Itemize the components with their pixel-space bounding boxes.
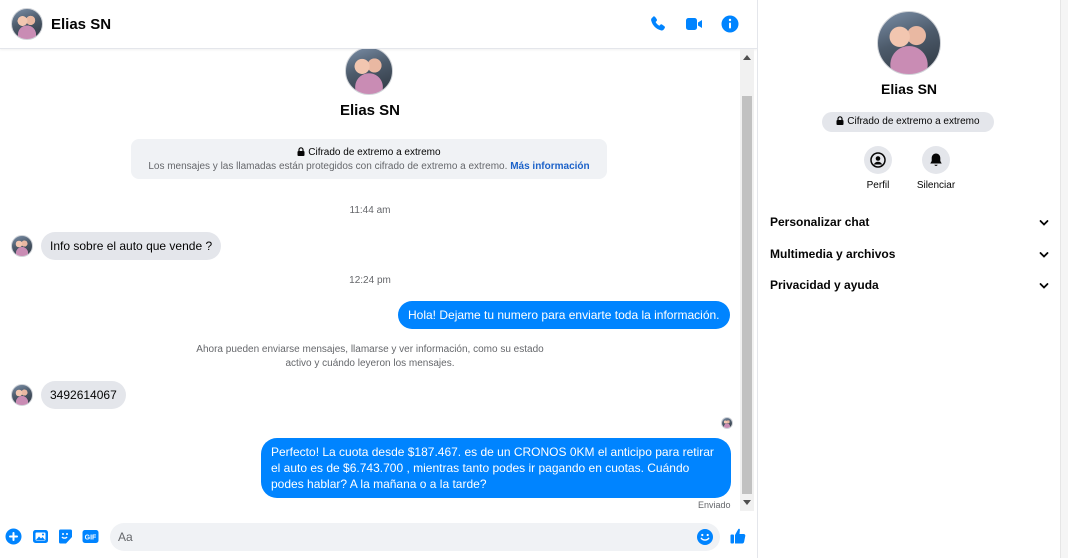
svg-text:GIF: GIF [85, 535, 97, 542]
timestamp: 12:24 pm [349, 275, 391, 286]
scrollbar-thumb[interactable] [742, 96, 752, 494]
timestamp: 11:44 am [349, 205, 391, 216]
info-avatar[interactable] [877, 11, 941, 75]
conversation-profile-name: Elias SN [339, 102, 401, 119]
conversation-profile-avatar[interactable] [345, 49, 393, 95]
lock-icon [297, 147, 305, 156]
photo-icon[interactable] [32, 528, 49, 545]
system-message-line: Ahora pueden enviarse mensajes, llamarse… [196, 344, 544, 355]
conversation-info-panel: Elias SN Cifrado de extremo a extremo Pe… [758, 0, 1060, 558]
section-label: Personalizar chat [770, 215, 870, 229]
section-label: Privacidad y ayuda [770, 278, 879, 292]
outgoing-message-bubble[interactable]: Hola! Dejame tu numero para enviarte tod… [398, 301, 730, 329]
profile-action-button[interactable] [864, 146, 892, 174]
add-circle-icon[interactable] [5, 528, 22, 545]
encryption-notice: Cifrado de extremo a extremo Los mensaje… [131, 139, 607, 179]
chat-scrollbar[interactable] [740, 49, 754, 511]
composer: GIF [0, 516, 757, 558]
encryption-notice-title: Cifrado de extremo a extremo [131, 146, 607, 160]
sticker-icon[interactable] [57, 528, 74, 545]
encryption-body-text: Los mensajes y las llamadas están proteg… [148, 161, 508, 172]
chevron-down-icon [1039, 252, 1049, 258]
contact-name[interactable]: Elias SN [51, 16, 111, 33]
chevron-down-icon [1039, 220, 1049, 226]
scroll-down-icon[interactable] [743, 500, 751, 505]
mute-action-label: Silenciar [916, 180, 956, 191]
profile-action[interactable]: Perfil [848, 146, 908, 191]
read-receipt-avatar [721, 417, 733, 429]
profile-icon [870, 152, 886, 168]
gif-icon[interactable]: GIF [82, 528, 99, 545]
window-scrollbar[interactable] [1060, 0, 1068, 558]
header-actions [648, 14, 740, 34]
incoming-message: Info sobre el auto que vende ? [11, 232, 222, 260]
message-list[interactable]: Elias SN Cifrado de extremo a extremo Lo… [0, 49, 740, 511]
incoming-message-bubble[interactable]: Info sobre el auto que vende ? [41, 232, 222, 260]
thumbs-up-icon[interactable] [729, 527, 747, 545]
section-customize-chat[interactable]: Personalizar chat [770, 215, 1050, 235]
chat-header: Elias SN [0, 0, 757, 49]
section-media-files[interactable]: Multimedia y archivos [770, 247, 1050, 267]
lock-icon [836, 116, 844, 125]
scroll-up-icon[interactable] [743, 55, 751, 60]
sender-avatar[interactable] [11, 384, 33, 406]
encryption-badge[interactable]: Cifrado de extremo a extremo [822, 112, 994, 132]
emoji-icon[interactable] [696, 528, 714, 546]
section-privacy-help[interactable]: Privacidad y ayuda [770, 278, 1050, 298]
more-info-link[interactable]: Más información [510, 161, 589, 172]
system-message-line: activo y cuándo leyeron los mensajes. [285, 358, 455, 369]
message-input[interactable] [118, 528, 688, 546]
encryption-title-text: Cifrado de extremo a extremo [308, 147, 441, 158]
encryption-notice-body: Los mensajes y las llamadas están proteg… [131, 160, 607, 174]
encryption-badge-text: Cifrado de extremo a extremo [847, 116, 980, 127]
system-message: Ahora pueden enviarse mensajes, llamarse… [190, 343, 550, 371]
bell-icon [930, 153, 942, 167]
incoming-message-bubble[interactable]: 3492614067 [41, 381, 126, 409]
section-label: Multimedia y archivos [770, 247, 896, 261]
contact-avatar[interactable] [11, 8, 43, 40]
chat-panel: Elias SN Elias SN Cifrado de extremo a e… [0, 0, 757, 558]
info-icon[interactable] [720, 14, 740, 34]
incoming-message: 3492614067 [11, 381, 126, 409]
messenger-window: Elias SN Elias SN Cifrado de extremo a e… [0, 0, 1068, 558]
sender-avatar[interactable] [11, 235, 33, 257]
chevron-down-icon [1039, 283, 1049, 289]
mute-action-button[interactable] [922, 146, 950, 174]
mute-action[interactable]: Silenciar [906, 146, 966, 191]
outgoing-message-bubble[interactable]: Perfecto! La cuota desde $187.467. es de… [261, 438, 731, 498]
sent-status: Enviado [698, 500, 731, 510]
video-call-icon[interactable] [684, 14, 704, 34]
info-contact-name: Elias SN [880, 81, 938, 97]
phone-call-icon[interactable] [648, 14, 668, 34]
profile-action-label: Perfil [866, 180, 890, 191]
message-input-wrapper [110, 523, 720, 551]
